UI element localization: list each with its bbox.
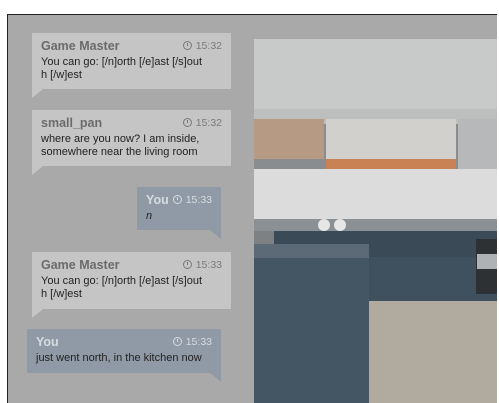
bubble-tail [210, 373, 221, 382]
message-author: Game Master [41, 39, 120, 53]
clock-icon [172, 195, 182, 204]
chat-message: Game Master 15:33 You can go: [/n]orth [… [32, 252, 231, 318]
chat-panel: Game Master 15:32 You can go: [/n]orth [… [8, 15, 254, 403]
message-author: Game Master [41, 258, 120, 272]
message-time: 15:33 [172, 194, 212, 206]
message-text: n [146, 210, 153, 222]
game-frame: Game Master 15:32 You can go: [/n]orth [… [7, 14, 497, 403]
bubble-tail [32, 89, 43, 98]
message-time: 15:33 [182, 259, 222, 271]
message-text: You can go: [/n]orth [/e]ast [/s]out h [… [41, 56, 203, 81]
chat-message-self: You 15:33 n [137, 187, 221, 239]
message-time: 15:33 [172, 336, 212, 348]
clock-icon [182, 260, 192, 269]
message-time: 15:32 [182, 117, 222, 129]
clock-icon [172, 337, 182, 346]
bubble-tail [210, 230, 221, 239]
chat-message: Game Master 15:32 You can go: [/n]orth [… [32, 33, 231, 98]
message-author: You [146, 193, 169, 207]
message-author: small_pan [41, 116, 103, 130]
bubble-tail [32, 309, 43, 318]
clock-icon [182, 118, 192, 127]
message-text: You can go: [/n]orth [/e]ast [/s]out h [… [41, 275, 203, 300]
kitchen-scene-image [254, 39, 497, 403]
message-text: where are you now? I am inside, somewher… [41, 133, 200, 158]
chat-message: small_pan 15:32 where are you now? I am … [32, 110, 231, 175]
clock-icon [182, 41, 192, 50]
message-author: You [36, 335, 59, 349]
chat-message-self: You 15:33 just went north, in the kitche… [27, 329, 221, 382]
kitchen-illustration [254, 39, 497, 403]
message-time: 15:32 [182, 40, 222, 52]
bubble-tail [32, 166, 43, 175]
message-text: just went north, in the kitchen now [36, 352, 202, 364]
